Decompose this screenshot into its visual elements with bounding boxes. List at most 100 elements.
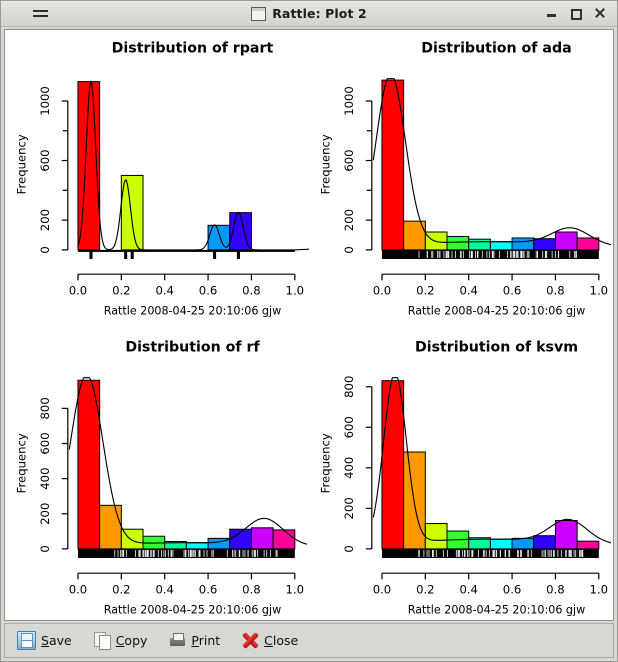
x-axis-tick-label: 0.0 bbox=[373, 283, 392, 297]
save-button-label: Save bbox=[41, 633, 72, 648]
close-icon[interactable] bbox=[594, 8, 605, 19]
red-x-icon bbox=[242, 632, 259, 649]
y-axis-tick-label: 600 bbox=[342, 149, 356, 171]
y-axis-tick-label: 0 bbox=[342, 246, 356, 253]
y-axis-label: Frequency bbox=[318, 433, 332, 493]
bottom-toolbar: Save Copy Print Close bbox=[4, 623, 614, 658]
histogram-bar bbox=[489, 538, 513, 550]
histogram-bars bbox=[77, 81, 252, 251]
y-axis-tick-label: 200 bbox=[342, 209, 356, 231]
copy-pages-icon bbox=[93, 632, 111, 650]
maximize-icon[interactable] bbox=[570, 8, 582, 20]
histogram-ksvm: Distribution of ksvm Rattle 2008-04-25 20… bbox=[318, 339, 612, 617]
x-axis-tick-label: 0.4 bbox=[155, 283, 174, 297]
chart-title: Distribution of ksvm bbox=[415, 339, 578, 355]
copy-button-label: Copy bbox=[115, 633, 148, 648]
copy-button[interactable]: Copy bbox=[92, 630, 150, 651]
histogram-bar bbox=[511, 537, 535, 550]
rug-plot bbox=[77, 249, 295, 260]
histogram-bar bbox=[120, 174, 144, 251]
chart-caption: Rattle 2008-04-25 20:10:06 gjw bbox=[104, 604, 281, 617]
histogram-bar bbox=[250, 527, 274, 550]
window-controls bbox=[546, 8, 611, 20]
histogram-bar bbox=[468, 238, 491, 251]
y-axis-tick-label: 400 bbox=[342, 457, 356, 479]
y-axis-label: Frequency bbox=[14, 134, 28, 194]
x-axis-tick-label: 0.8 bbox=[242, 582, 261, 596]
x-axis-tick-label: 0.4 bbox=[459, 283, 478, 297]
histogram-bar bbox=[446, 235, 470, 251]
y-axis-tick-label: 0 bbox=[342, 545, 356, 552]
chart-title: Distribution of rpart bbox=[112, 40, 274, 56]
y-axis-tick-label: 200 bbox=[38, 503, 52, 525]
histogram-bar bbox=[533, 535, 556, 550]
y-axis-tick-label: 1000 bbox=[38, 86, 52, 116]
x-axis-tick-label: 0.8 bbox=[546, 283, 565, 297]
x-axis-tick-label: 0.2 bbox=[112, 582, 131, 596]
chart-title: Distribution of rf bbox=[125, 339, 260, 355]
x-axis-tick-label: 0.2 bbox=[416, 283, 435, 297]
y-axis-label: Frequency bbox=[14, 433, 28, 493]
histogram-bar bbox=[185, 542, 209, 550]
histogram-rf: Distribution of rf Rattle 2008-04-25 20:1… bbox=[14, 339, 308, 617]
histogram-bar bbox=[99, 504, 122, 550]
x-axis-tick-label: 0.6 bbox=[503, 582, 522, 596]
x-axis-tick-label: 0.2 bbox=[112, 283, 131, 297]
y-axis-tick-label: 600 bbox=[342, 416, 356, 438]
y-axis-tick-label: 0 bbox=[38, 545, 52, 552]
histogram-bar bbox=[511, 237, 535, 251]
histogram-bar bbox=[489, 241, 513, 251]
x-axis-tick-label: 1.0 bbox=[590, 283, 609, 297]
plot-panel-rpart: Distribution of rpart Rattle 2008-04-25 2… bbox=[5, 30, 309, 329]
plot-grid: Distribution of rpart Rattle 2008-04-25 2… bbox=[5, 30, 613, 620]
histogram-bar bbox=[554, 231, 578, 251]
y-axis-tick-label: 1000 bbox=[342, 86, 356, 116]
chart-caption: Rattle 2008-04-25 20:10:06 gjw bbox=[408, 305, 585, 318]
x-axis-tick-label: 0.6 bbox=[199, 582, 218, 596]
plot-panel-rf: Distribution of rf Rattle 2008-04-25 20:1… bbox=[5, 329, 309, 620]
histogram-bars bbox=[381, 380, 600, 550]
x-axis-tick-label: 0.4 bbox=[459, 582, 478, 596]
rug-plot bbox=[381, 249, 599, 260]
histogram-bar bbox=[381, 380, 405, 550]
y-axis-tick-label: 800 bbox=[342, 376, 356, 398]
chart-caption: Rattle 2008-04-25 20:10:06 gjw bbox=[104, 305, 281, 318]
histogram-bar bbox=[554, 519, 578, 550]
histogram-bars bbox=[381, 79, 600, 251]
density-curve bbox=[77, 80, 309, 251]
histogram-bar bbox=[272, 529, 296, 550]
close-button[interactable]: Close bbox=[240, 630, 300, 651]
x-axis-tick-label: 0.2 bbox=[416, 582, 435, 596]
y-axis-tick-label: 200 bbox=[342, 497, 356, 519]
x-axis-tick-label: 0.6 bbox=[199, 283, 218, 297]
rug-plot bbox=[77, 548, 295, 558]
x-axis-tick-label: 0.8 bbox=[546, 582, 565, 596]
y-axis-tick-label: 600 bbox=[38, 432, 52, 454]
x-axis-tick-label: 1.0 bbox=[286, 283, 305, 297]
hamburger-menu-icon[interactable] bbox=[33, 7, 51, 21]
x-axis-tick-label: 0.4 bbox=[155, 582, 174, 596]
x-axis-tick-label: 1.0 bbox=[590, 582, 609, 596]
minimize-icon[interactable] bbox=[546, 8, 557, 19]
save-button[interactable]: Save bbox=[15, 629, 74, 652]
histogram-bar bbox=[576, 540, 600, 550]
window-title-group: Rattle: Plot 2 bbox=[1, 6, 617, 21]
y-axis-label: Frequency bbox=[318, 134, 332, 194]
density-curve bbox=[372, 78, 612, 246]
histogram-ada: Distribution of ada Rattle 2008-04-25 20:… bbox=[318, 40, 612, 318]
histogram-rpart: Distribution of rpart Rattle 2008-04-25 2… bbox=[14, 40, 309, 318]
y-axis-tick-label: 800 bbox=[38, 397, 52, 419]
chart-caption: Rattle 2008-04-25 20:10:06 gjw bbox=[408, 604, 585, 617]
window-document-icon bbox=[251, 6, 267, 21]
plot-window: Rattle: Plot 2 Distribution of rpart Ratt… bbox=[0, 0, 618, 662]
x-axis-tick-label: 0.8 bbox=[242, 283, 261, 297]
window-titlebar[interactable]: Rattle: Plot 2 bbox=[1, 1, 617, 27]
y-axis-tick-label: 200 bbox=[38, 209, 52, 231]
print-button[interactable]: Print bbox=[167, 630, 222, 651]
x-axis-tick-label: 0.0 bbox=[373, 582, 392, 596]
close-button-label: Close bbox=[264, 633, 299, 648]
y-axis-tick-label: 600 bbox=[38, 149, 52, 171]
histogram-bar bbox=[533, 238, 556, 251]
plot-panel-ada: Distribution of ada Rattle 2008-04-25 20:… bbox=[309, 30, 613, 329]
print-button-label: Print bbox=[191, 633, 221, 648]
